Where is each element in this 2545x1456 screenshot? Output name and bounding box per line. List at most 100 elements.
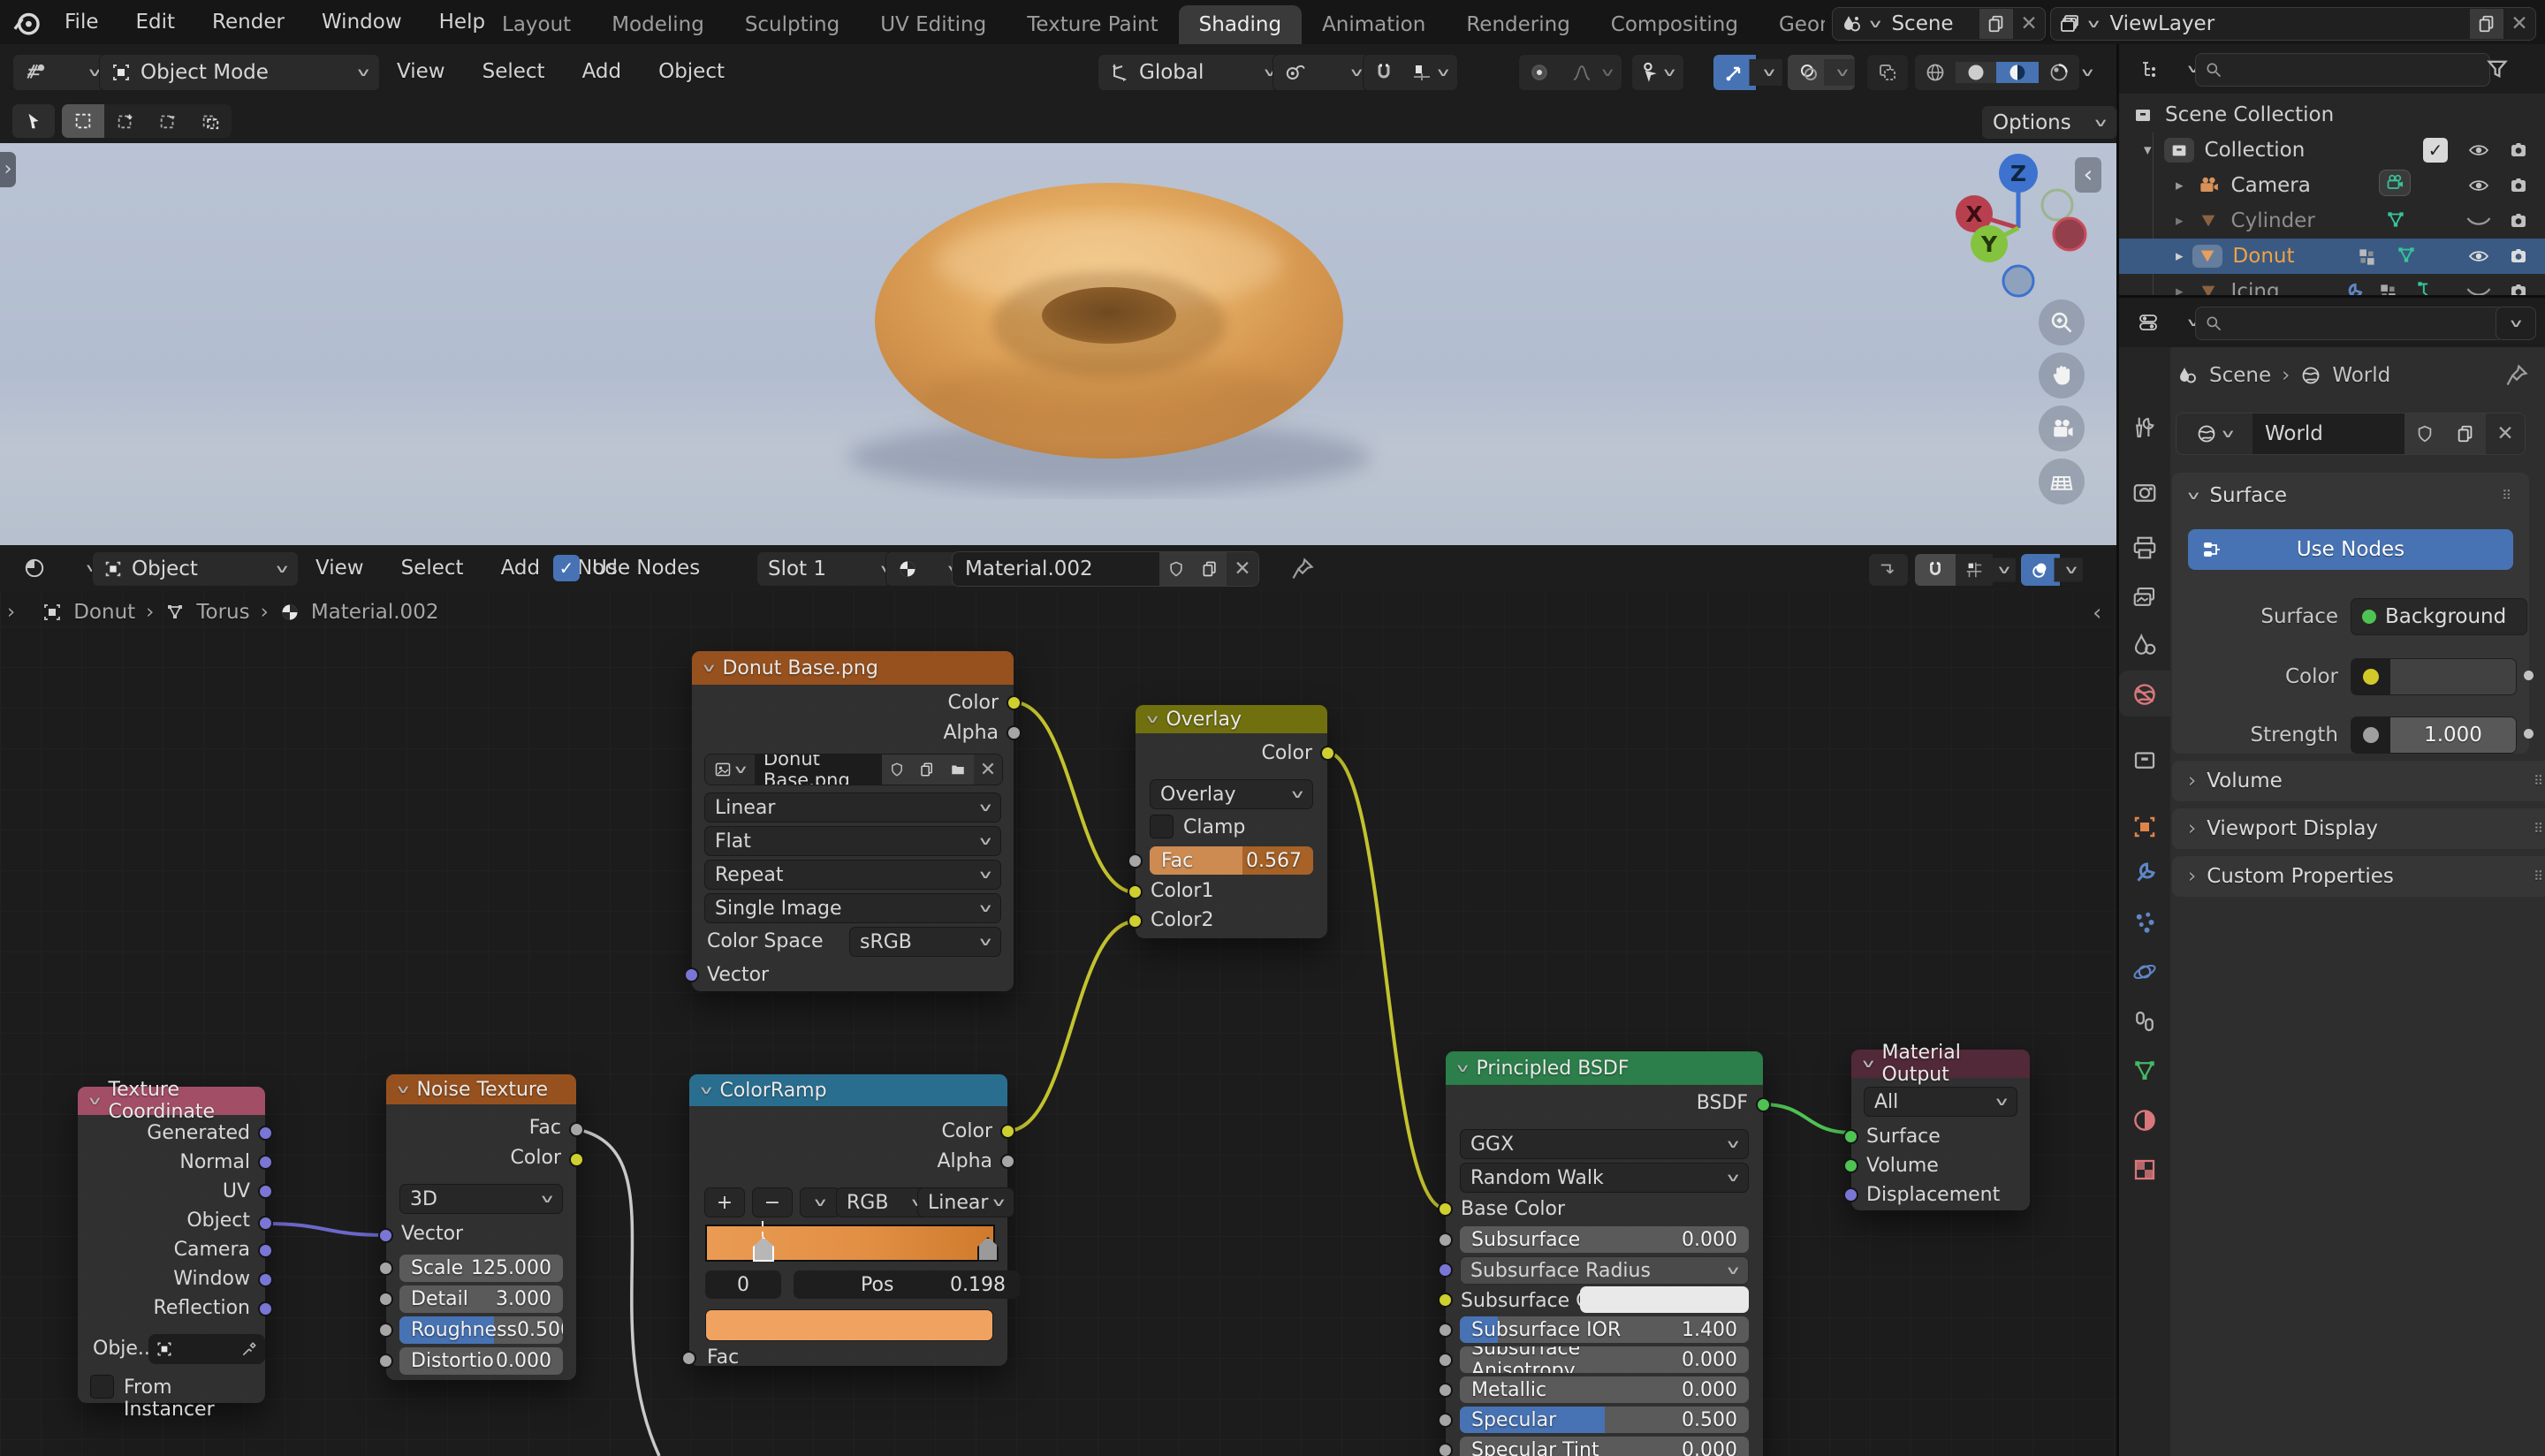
strength-socket-button[interactable]: [2351, 717, 2390, 753]
filter-icon[interactable]: [2485, 57, 2510, 81]
tab-tool-icon[interactable]: [2131, 414, 2158, 441]
remove-viewlayer-icon[interactable]: ✕: [2503, 12, 2535, 35]
distribution-dropdown[interactable]: GGX∨: [1460, 1129, 1749, 1159]
projection-dropdown[interactable]: Flat∨: [704, 826, 1001, 856]
shader-menu-select[interactable]: Select: [383, 546, 482, 590]
pin-icon[interactable]: [1290, 557, 1315, 581]
clamp-checkbox[interactable]: [1150, 815, 1174, 838]
viewport-menu-select[interactable]: Select: [464, 49, 564, 94]
panel-grip-icon[interactable]: ⠿: [2534, 821, 2545, 837]
socket-dot[interactable]: [1843, 1129, 1858, 1144]
transform-orientation-selector[interactable]: Global ∨: [1098, 54, 1287, 91]
tab-material-icon[interactable]: [2131, 1107, 2158, 1134]
modifiers-badge-icon[interactable]: [2377, 281, 2400, 295]
slot-selector[interactable]: Slot 1 ∨: [756, 551, 903, 587]
socket-dot[interactable]: [1438, 1353, 1453, 1368]
viewport-menu-add[interactable]: Add: [564, 49, 641, 94]
socket-dot[interactable]: [1000, 1124, 1015, 1139]
node-header[interactable]: ∨ ColorRamp: [689, 1074, 1007, 1106]
color-space-dropdown[interactable]: sRGB∨: [849, 927, 1001, 957]
socket-dot[interactable]: [258, 1243, 273, 1258]
modifiers-badge-icon[interactable]: [2356, 246, 2379, 269]
source-dropdown[interactable]: Single Image∨: [704, 893, 1001, 923]
scene-selector[interactable]: ∨ Scene ✕: [1832, 7, 2046, 41]
tab-shading[interactable]: Shading: [1179, 5, 1302, 44]
socket-dot[interactable]: [1756, 1097, 1771, 1112]
mesh-data-icon[interactable]: [2384, 209, 2407, 231]
shader-type-selector[interactable]: Object ∨: [92, 551, 299, 587]
socket-dot[interactable]: [378, 1292, 393, 1307]
chevron-down-icon[interactable]: ∨: [2079, 66, 2096, 80]
shader-menu-view[interactable]: View: [297, 546, 383, 590]
properties-search-input[interactable]: [2230, 311, 2495, 336]
socket-dot[interactable]: [258, 1301, 273, 1316]
wireframe-shading-icon[interactable]: [1915, 62, 1956, 83]
disclosure-triangle-icon[interactable]: ▸: [2176, 177, 2184, 194]
add-stop-button[interactable]: +: [704, 1187, 745, 1217]
chevron-down-icon[interactable]: ∨: [1435, 66, 1462, 80]
new-scene-icon[interactable]: [1979, 9, 2013, 39]
socket-dot[interactable]: [1438, 1293, 1453, 1308]
viewport-menu-object[interactable]: Object: [640, 49, 743, 94]
rendered-shading-icon[interactable]: [2039, 62, 2079, 83]
tab-layout[interactable]: Layout: [482, 5, 591, 44]
tab-particles-icon[interactable]: [2131, 909, 2158, 936]
color-swatch[interactable]: [2390, 659, 2516, 694]
surface-shader-selector[interactable]: Background: [2351, 598, 2527, 635]
modifier-wrench-icon[interactable]: [2342, 281, 2365, 295]
metallic-slider[interactable]: Metallic0.000: [1460, 1376, 1749, 1403]
socket-dot[interactable]: [1438, 1443, 1453, 1456]
copy-datablock-icon[interactable]: [2445, 413, 2486, 454]
world-browse-button[interactable]: ∨: [2177, 413, 2253, 454]
menu-edit[interactable]: Edit: [118, 0, 194, 44]
fake-user-shield-icon[interactable]: [1159, 552, 1193, 586]
unlink-scene-icon[interactable]: ✕: [2013, 12, 2045, 35]
chevron-down-icon[interactable]: ∨: [1656, 66, 1683, 80]
node-header[interactable]: ∨ Material Output: [1851, 1050, 2030, 1078]
tab-collection-icon[interactable]: [2131, 747, 2158, 773]
chevron-down-icon[interactable]: ∨: [1599, 66, 1627, 80]
stop-position-field[interactable]: Pos 0.198: [794, 1270, 1020, 1299]
outliner-search[interactable]: [2195, 53, 2490, 87]
node-header[interactable]: ∨ Noise Texture: [386, 1074, 576, 1104]
node-image-texture[interactable]: ∨ Donut Base.png Color Alpha ∨ Donut Bas…: [692, 651, 1014, 991]
new-viewlayer-icon[interactable]: [2470, 9, 2503, 39]
socket-dot[interactable]: [1438, 1202, 1453, 1217]
camera-visibility-icon[interactable]: [2506, 246, 2531, 267]
tab-geometry-nodes[interactable]: Geometry Nodes: [1759, 5, 1825, 44]
fac-slider[interactable]: Fac 0.567: [1150, 846, 1313, 875]
socket-dot[interactable]: [1843, 1158, 1858, 1173]
outliner-search-input[interactable]: [2230, 57, 2480, 82]
stop-index-field[interactable]: 0: [705, 1270, 781, 1299]
camera-view-button[interactable]: [2039, 406, 2085, 451]
socket-dot[interactable]: [1320, 746, 1335, 761]
zoom-button[interactable]: [2039, 300, 2085, 345]
target-dropdown[interactable]: All∨: [1864, 1087, 2017, 1117]
image-browse-button[interactable]: ∨: [705, 755, 755, 785]
viewport-menu-view[interactable]: View: [378, 49, 464, 94]
outliner-row-icing[interactable]: ▸ Icing: [2119, 274, 2545, 295]
checkbox-icon[interactable]: ✓: [2423, 138, 2448, 163]
material-preview-shading-icon[interactable]: [1996, 62, 2039, 83]
subsurface-color-swatch[interactable]: [1580, 1286, 1749, 1313]
shader-menu-add[interactable]: Add: [482, 546, 559, 590]
camera-visibility-icon[interactable]: [2506, 175, 2531, 196]
camera-visibility-icon[interactable]: [2506, 281, 2531, 295]
outliner-row-camera[interactable]: ▸ Camera: [2119, 168, 2545, 203]
blend-mode-dropdown[interactable]: Overlay∨: [1150, 779, 1313, 809]
unlink-datablock-icon[interactable]: ✕: [2486, 413, 2525, 454]
extension-dropdown[interactable]: Repeat∨: [704, 860, 1001, 890]
material-name-field[interactable]: Material.002: [953, 552, 1159, 586]
tab-texture-paint[interactable]: Texture Paint: [1007, 5, 1178, 44]
socket-dot[interactable]: [1128, 853, 1143, 868]
tab-rendering[interactable]: Rendering: [1446, 5, 1590, 44]
node-mix-overlay[interactable]: ∨ Overlay Color Overlay∨ Clamp Fac 0.567…: [1136, 705, 1327, 938]
collapse-sidebar-icon[interactable]: ‹: [2075, 157, 2101, 193]
dimensions-dropdown[interactable]: 3D ∨: [399, 1184, 563, 1214]
ramp-options-button[interactable]: ∨: [800, 1187, 840, 1217]
outliner-row-collection[interactable]: ▾ Collection ✓: [2119, 133, 2545, 168]
socket-dot[interactable]: [1438, 1413, 1453, 1428]
socket-dot[interactable]: [258, 1126, 273, 1141]
eye-icon[interactable]: [2465, 246, 2492, 267]
ramp-stop[interactable]: [977, 1237, 999, 1262]
